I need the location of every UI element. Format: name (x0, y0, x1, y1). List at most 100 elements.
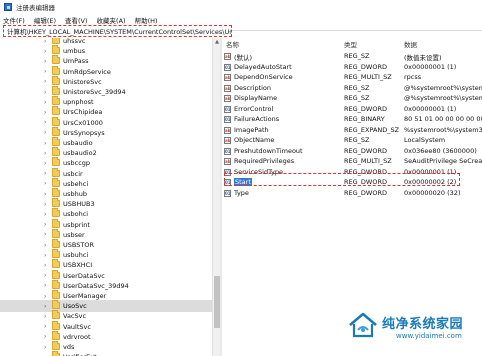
value-name: PreshutdownTimeout (234, 146, 303, 155)
string-value-icon: ab (224, 137, 231, 144)
menu-edit[interactable]: 编辑(E) (34, 15, 56, 25)
key-tree-pane[interactable]: › uhssvc › umbus › UmPass › UmRdpService › Unisto… (0, 38, 212, 356)
expand-chevron-icon[interactable]: › (44, 140, 46, 147)
value-name: Description (234, 83, 272, 92)
expand-chevron-icon[interactable]: › (44, 160, 46, 167)
column-header-name[interactable]: 名称 (226, 39, 239, 49)
folder-icon (52, 259, 60, 269)
value-type: REG_DWORD (344, 62, 387, 71)
string-value-icon: ab (224, 126, 231, 134)
folder-icon (52, 65, 60, 75)
tree-item-label: usbaudio2 (63, 149, 97, 158)
menu-favorites[interactable]: 收藏夹(A) (97, 15, 126, 25)
expand-chevron-icon[interactable]: › (44, 58, 46, 65)
value-name: (默认) (234, 54, 253, 62)
binary-value-icon: 01 (224, 63, 231, 71)
menu-view[interactable]: 查看(V) (65, 15, 88, 25)
value-row[interactable]: 01 Type REG_DWORD 0x00000020 (32) (222, 188, 482, 199)
value-row[interactable]: ab ObjectName REG_SZ LocalSystem (222, 135, 482, 146)
tree-scrollbar[interactable]: ▲ (212, 38, 220, 356)
column-header-data[interactable]: 数据 (404, 39, 417, 49)
value-row[interactable]: abDescription REG_SZ @%systemroot%\system3… (222, 83, 482, 94)
value-row[interactable]: ab DependOnService REG_MULTI_SZ rpcss (222, 72, 482, 83)
folder-icon (52, 96, 60, 106)
column-header-type[interactable]: 类型 (344, 39, 357, 49)
tree-item-label: UserDataSvc (63, 271, 105, 280)
expand-chevron-icon[interactable]: › (44, 333, 46, 340)
expand-chevron-icon[interactable]: › (44, 303, 46, 310)
expand-chevron-icon[interactable]: › (44, 221, 46, 228)
expand-chevron-icon[interactable]: › (44, 38, 46, 45)
window-title: 注册表编辑器 (16, 4, 55, 12)
expand-chevron-icon[interactable]: › (44, 48, 46, 55)
value-name: ObjectName (234, 136, 275, 144)
value-data: (数值未设置) (404, 54, 442, 62)
tree-item-label: UrsSynopsys (63, 128, 105, 137)
tree-item-label: UnistoreSvc_39d94 (63, 88, 126, 96)
value-data: 0x036ee80 (3600000) (404, 146, 477, 155)
expand-chevron-icon[interactable]: › (44, 191, 46, 198)
expand-chevron-icon[interactable]: › (44, 170, 46, 177)
tree-item-label: vds (63, 343, 75, 351)
value-row[interactable]: 01 PreshutdownTimeout REG_DWORD 0x036ee80 (… (222, 146, 482, 157)
expand-chevron-icon[interactable]: › (44, 89, 46, 96)
value-row[interactable]: ab RequiredPrivileges REG_MULTI_SZ SeAuditP… (222, 156, 482, 167)
expand-chevron-icon[interactable]: › (44, 180, 46, 187)
watermark-title: 纯净系统家园 (382, 317, 464, 332)
menu-help[interactable]: 帮助(H) (135, 15, 158, 25)
expand-chevron-icon[interactable]: › (44, 293, 46, 300)
expand-chevron-icon[interactable]: › (44, 150, 46, 157)
folder-icon (52, 116, 60, 126)
expand-chevron-icon[interactable]: › (44, 242, 46, 249)
binary-value-icon: 01 (224, 105, 231, 113)
start-value-highlight (224, 173, 460, 186)
folder-icon (52, 147, 60, 157)
string-value-icon: ab (224, 53, 231, 60)
menu-file[interactable]: 文件(F) (3, 15, 25, 25)
value-type: REG_SZ (344, 52, 370, 60)
expand-chevron-icon[interactable]: › (44, 231, 46, 238)
expand-chevron-icon[interactable]: › (44, 129, 46, 136)
string-value-icon: ab (224, 95, 231, 102)
expand-chevron-icon[interactable]: › (44, 109, 46, 116)
value-row[interactable]: ab ImagePath REG_EXPAND_SZ %systemroot%\sys… (222, 125, 482, 136)
expand-chevron-icon[interactable]: › (44, 99, 46, 106)
value-row[interactable]: 01 ErrorControl REG_DWORD 0x00000001 (1) (222, 104, 482, 115)
value-row[interactable]: abDisplayName REG_SZ @%systemroot%\system3… (222, 93, 482, 104)
folder-icon (52, 188, 60, 197)
tree-item-label: UrsChipidea (63, 108, 103, 117)
value-row[interactable]: 01 DelayedAutoStart REG_DWORD 0x00000001 (1… (222, 62, 482, 73)
address-bar[interactable]: 计算机\HKEY_LOCAL_MACHINE\SYSTEM\CurrentCon… (3, 25, 232, 37)
tree-item-label: usbprint (63, 220, 90, 229)
expand-chevron-icon[interactable]: › (44, 119, 46, 126)
expand-chevron-icon[interactable]: › (44, 211, 46, 218)
expand-chevron-icon[interactable]: › (44, 344, 46, 351)
expand-chevron-icon[interactable]: › (44, 78, 46, 85)
value-data: @%systemroot%\system32\ (404, 83, 482, 92)
expand-chevron-icon[interactable]: › (44, 282, 46, 289)
value-row[interactable]: 01 FailureActions REG_BINARY 80 51 01 00 00… (222, 114, 482, 125)
tree-item-label: usbser (63, 230, 85, 239)
value-name: Type (234, 188, 249, 197)
folder-icon (52, 249, 60, 259)
value-name: DependOnService (234, 73, 293, 81)
folder-icon (52, 45, 60, 55)
value-type: REG_MULTI_SZ (344, 157, 392, 165)
value-data: 0x00000001 (1) (404, 104, 457, 113)
value-row[interactable]: ab (默认) REG_SZ (数值未设置) (222, 51, 482, 62)
tree-item[interactable]: ›VerifierExt (0, 351, 212, 356)
expand-chevron-icon[interactable]: › (44, 313, 46, 320)
tree-item-label: usbccgp (63, 159, 91, 168)
expand-chevron-icon[interactable]: › (44, 252, 46, 259)
expand-chevron-icon[interactable]: › (44, 262, 46, 269)
value-data: 80 51 01 00 00 00 00 00 00 (404, 115, 482, 123)
expand-chevron-icon[interactable]: › (44, 323, 46, 330)
address-bar-divider (232, 30, 482, 31)
value-data: rpcss (404, 73, 422, 81)
folder-icon (52, 218, 60, 228)
folder-icon (52, 290, 60, 299)
expand-chevron-icon[interactable]: › (44, 272, 46, 279)
tree-item-label: UserDataSvc_39d94 (63, 281, 129, 290)
expand-chevron-icon[interactable]: › (44, 68, 46, 75)
expand-chevron-icon[interactable]: › (44, 201, 46, 208)
